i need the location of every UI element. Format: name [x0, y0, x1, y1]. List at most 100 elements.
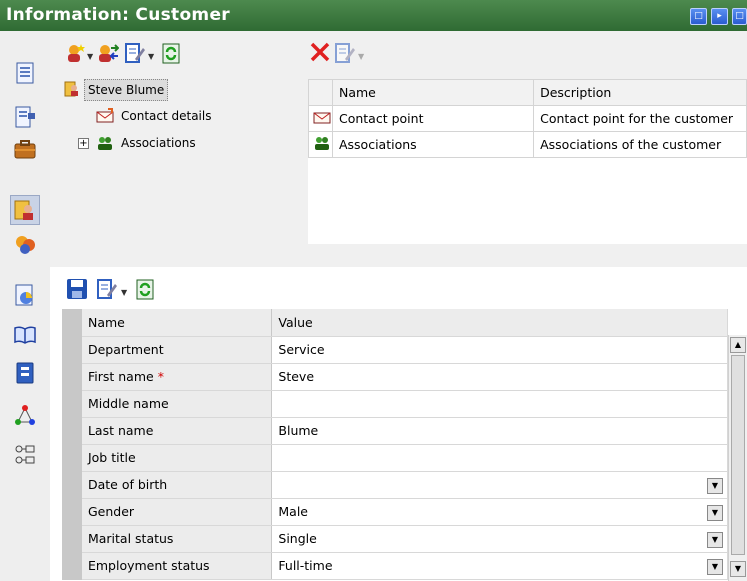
restore-window-icon[interactable]: □: [690, 8, 707, 25]
refresh-properties-icon[interactable]: [134, 278, 156, 300]
dropdown-arrow-icon[interactable]: ▼: [707, 477, 723, 494]
person-card-icon: [14, 200, 33, 220]
scroll-down-icon[interactable]: ▼: [730, 561, 746, 577]
new-contact-icon[interactable]: [64, 42, 86, 64]
contact-point-icon: [313, 112, 331, 124]
required-marker: *: [157, 369, 164, 384]
table-row[interactable]: Contact point Contact point for the cust…: [308, 105, 747, 132]
table-header-row: Name Value: [62, 309, 728, 337]
gutter: [62, 390, 82, 418]
row-icon-cell: [308, 105, 333, 132]
contact-card-icon: [96, 108, 114, 123]
property-name: Last name: [81, 417, 273, 445]
last-name-field[interactable]: Blume: [271, 417, 728, 445]
department-field[interactable]: Service: [271, 336, 728, 364]
new-contact-dropdown-icon[interactable]: ▼: [87, 52, 93, 61]
tree-root-label: Steve Blume: [84, 79, 169, 101]
gutter: [62, 525, 82, 553]
property-name: Department: [81, 336, 273, 364]
tree-node-root[interactable]: Steve Blume: [60, 79, 260, 101]
column-header-description[interactable]: Description: [533, 79, 747, 106]
property-row-date-of-birth[interactable]: Date of birth ▼: [62, 471, 728, 499]
gutter: [62, 336, 82, 364]
gutter: [62, 444, 82, 472]
scroll-thumb[interactable]: [731, 355, 745, 555]
property-row-marital-status[interactable]: Marital status Single ▼: [62, 525, 728, 553]
document-edit-icon[interactable]: [13, 105, 37, 129]
delete-icon[interactable]: [309, 41, 331, 63]
network-graph-icon[interactable]: [13, 403, 37, 427]
table-row[interactable]: Associations Associations of the custome…: [308, 131, 747, 158]
save-icon[interactable]: [66, 278, 88, 300]
property-name: Date of birth: [81, 471, 273, 499]
gender-select[interactable]: Male ▼: [271, 498, 728, 526]
associations-group-icon: [98, 137, 112, 150]
column-header-name[interactable]: Name: [331, 79, 535, 106]
edit-dropdown-icon[interactable]: ▼: [148, 52, 154, 61]
header-gutter: [308, 79, 333, 106]
report-chart-icon[interactable]: [13, 283, 37, 307]
refresh-icon[interactable]: [160, 42, 182, 64]
document-list-icon[interactable]: [13, 61, 37, 85]
property-name-cell: First name *: [81, 363, 273, 391]
book-icon[interactable]: [13, 323, 37, 347]
property-row-employment-status[interactable]: Employment status Full-time ▼: [62, 552, 728, 580]
customer-card-icon: [64, 81, 78, 97]
contacts-group-icon[interactable]: [13, 233, 37, 257]
edit-properties-dropdown-icon[interactable]: ▼: [121, 288, 127, 297]
property-row-department[interactable]: Department Service: [62, 336, 728, 364]
hierarchy-structure-icon[interactable]: [13, 443, 37, 467]
properties-grid: Name Value Department Service First name…: [62, 309, 728, 581]
tree-item-label: Associations: [121, 136, 196, 150]
expand-toggle[interactable]: +: [78, 138, 89, 149]
property-name: Middle name: [81, 390, 273, 418]
next-window-icon[interactable]: ▸: [711, 8, 728, 25]
edit-relation-dropdown-icon[interactable]: ▼: [358, 52, 364, 61]
property-name: First name: [87, 369, 154, 384]
tree-node-contact-details[interactable]: Contact details: [60, 106, 280, 128]
scroll-up-icon[interactable]: ▲: [730, 337, 746, 353]
cell-name: Associations: [331, 131, 535, 158]
property-name: Marital status: [81, 525, 273, 553]
gutter: [62, 363, 82, 391]
property-row-first-name[interactable]: First name * Steve: [62, 363, 728, 391]
edit-properties-icon[interactable]: [95, 278, 117, 300]
column-header-name[interactable]: Name: [81, 309, 273, 337]
field-value: Male: [278, 504, 308, 519]
property-name: Employment status: [81, 552, 273, 580]
property-row-job-title[interactable]: Job title: [62, 444, 728, 472]
dropdown-arrow-icon[interactable]: ▼: [707, 558, 723, 575]
job-title-field[interactable]: [271, 444, 728, 472]
dropdown-arrow-icon[interactable]: ▼: [707, 504, 723, 521]
middle-name-field[interactable]: [271, 390, 728, 418]
gutter: [62, 417, 82, 445]
customer-tree: Steve Blume Contact details + Associatio…: [60, 79, 306, 254]
cell-name: Contact point: [331, 105, 535, 132]
close-window-icon[interactable]: □: [732, 8, 747, 25]
marital-status-select[interactable]: Single ▼: [271, 525, 728, 553]
date-of-birth-field[interactable]: ▼: [271, 471, 728, 499]
tree-node-associations[interactable]: + Associations: [60, 133, 280, 155]
property-name: Gender: [81, 498, 273, 526]
briefcase-icon[interactable]: [13, 137, 37, 161]
employment-status-select[interactable]: Full-time ▼: [271, 552, 728, 580]
field-value: Single: [278, 531, 317, 546]
properties-scrollbar[interactable]: ▲ ▼: [728, 335, 747, 581]
property-row-last-name[interactable]: Last name Blume: [62, 417, 728, 445]
edit-relation-icon[interactable]: [333, 42, 355, 64]
column-header-value[interactable]: Value: [271, 309, 728, 337]
cell-description: Associations of the customer: [533, 131, 747, 158]
navigation-sidebar: [0, 31, 50, 581]
property-row-middle-name[interactable]: Middle name: [62, 390, 728, 418]
contact-exchange-icon[interactable]: [97, 42, 119, 64]
edit-notepad-icon[interactable]: [123, 42, 145, 64]
address-book-icon[interactable]: [13, 361, 37, 385]
property-row-gender[interactable]: Gender Male ▼: [62, 498, 728, 526]
dropdown-arrow-icon[interactable]: ▼: [707, 531, 723, 548]
customer-nav-item[interactable]: [10, 195, 40, 225]
gutter: [62, 471, 82, 499]
table-header-row: Name Description: [308, 79, 747, 106]
first-name-field[interactable]: Steve: [271, 363, 728, 391]
gutter: [62, 498, 82, 526]
cell-description: Contact point for the customer: [533, 105, 747, 132]
